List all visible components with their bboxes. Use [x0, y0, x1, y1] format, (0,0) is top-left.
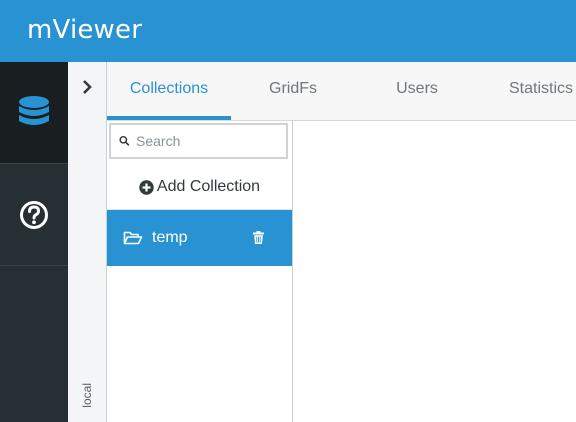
help-nav-button[interactable] — [0, 164, 68, 266]
collections-panel: Add Collection temp — [107, 121, 293, 422]
collection-item[interactable]: temp — [107, 210, 292, 266]
connection-strip: local — [68, 62, 107, 422]
database-icon — [19, 95, 49, 125]
search-icon — [119, 135, 130, 146]
tab-collections[interactable]: Collections — [107, 62, 231, 120]
app-header: mViewer — [0, 0, 576, 62]
add-collection-button[interactable]: Add Collection — [107, 165, 292, 210]
tab-users[interactable]: Users — [355, 62, 479, 120]
tab-gridfs[interactable]: GridFs — [231, 62, 355, 120]
trash-icon[interactable] — [253, 231, 264, 244]
add-collection-label: Add Collection — [156, 178, 261, 195]
content-area — [293, 121, 576, 422]
databases-nav-button[interactable] — [0, 62, 68, 164]
folder-open-icon — [123, 231, 143, 245]
plus-circle-icon — [139, 179, 154, 195]
chevron-right-icon[interactable] — [79, 78, 95, 96]
side-rail — [0, 62, 68, 422]
connection-label: local — [80, 383, 94, 408]
tab-bar: Collections GridFs Users Statistics — [107, 62, 576, 121]
tab-statistics[interactable]: Statistics — [479, 62, 576, 120]
search-box — [109, 123, 288, 159]
search-input[interactable] — [136, 133, 286, 149]
help-icon — [20, 200, 48, 229]
app-title: mViewer — [27, 15, 143, 45]
collection-name: temp — [152, 229, 188, 246]
